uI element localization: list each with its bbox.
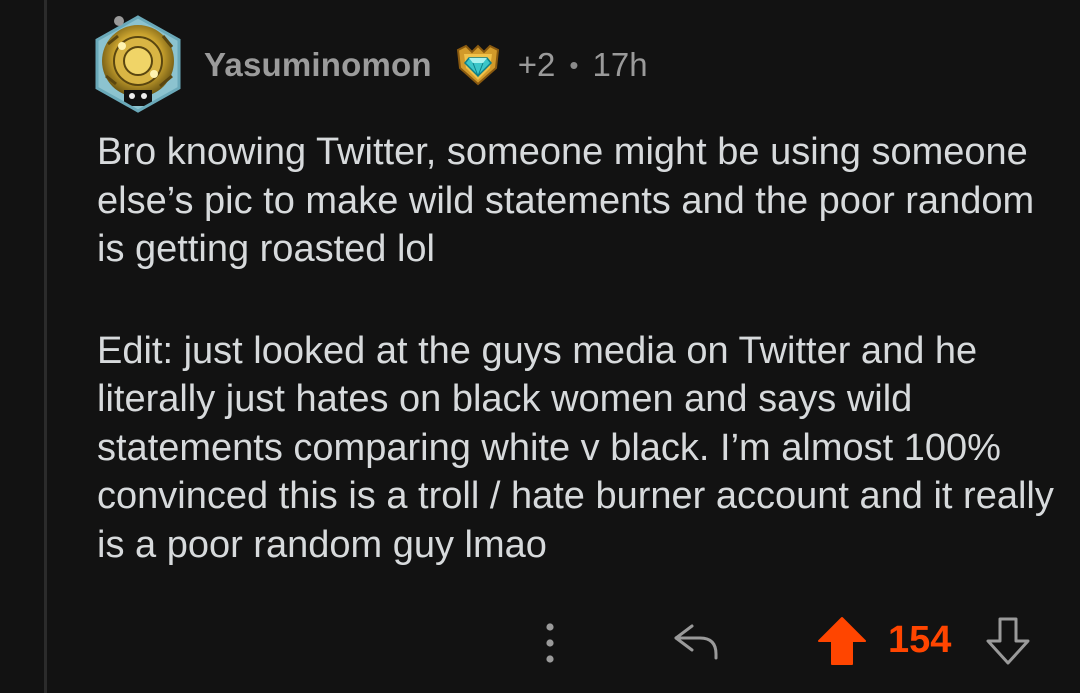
award-count[interactable]: +2 bbox=[518, 46, 556, 84]
timestamp: 17h bbox=[592, 46, 648, 83]
comment-paragraph-2: Edit: just looked at the guys media on T… bbox=[97, 329, 1054, 566]
comment-actions: 154 bbox=[0, 610, 1080, 670]
username[interactable]: Yasuminomon bbox=[204, 46, 432, 84]
vertical-ellipsis-icon[interactable] bbox=[538, 618, 562, 668]
downvote-arrow-icon[interactable] bbox=[984, 615, 1032, 667]
comment-body: Bro knowing Twitter, someone might be us… bbox=[97, 128, 1057, 569]
diamond-shield-badge-icon[interactable] bbox=[452, 42, 504, 88]
separator-dot: • bbox=[569, 49, 579, 80]
user-avatar[interactable] bbox=[88, 14, 188, 114]
comment-header: Yasuminomon +2 • 17h bbox=[204, 40, 648, 90]
reply-arrow-icon[interactable] bbox=[670, 618, 722, 664]
comment: Yasuminomon +2 • 17h Bro knowing Twitter… bbox=[0, 0, 1080, 693]
comment-paragraph-1: Bro knowing Twitter, someone might be us… bbox=[97, 131, 1035, 270]
vote-score: 154 bbox=[888, 619, 952, 661]
upvote-arrow-icon[interactable] bbox=[816, 615, 868, 667]
